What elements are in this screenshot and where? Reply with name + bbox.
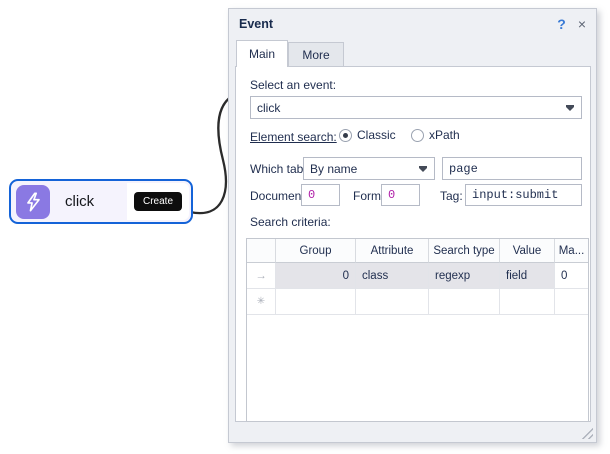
form-input[interactable]: 0 xyxy=(381,184,420,206)
col-selector xyxy=(247,239,276,263)
which-tab-name-value: page xyxy=(449,162,478,176)
dialog-titlebar[interactable]: Event ? × xyxy=(229,9,596,39)
event-node[interactable]: click Create xyxy=(9,179,193,224)
main-tab-panel: Select an event: click Element search: C… xyxy=(235,66,591,422)
table-new-row[interactable]: ✳ xyxy=(247,289,588,315)
col-ma[interactable]: Ma... xyxy=(555,239,588,263)
radio-xpath-circle[interactable] xyxy=(411,129,424,142)
dialog-title: Event xyxy=(239,17,273,31)
cell-search-type[interactable]: regexp xyxy=(429,263,500,289)
tab-main[interactable]: Main xyxy=(236,40,288,67)
create-button[interactable]: Create xyxy=(134,192,182,211)
search-criteria-table[interactable]: Group Attribute Search type Value Ma... … xyxy=(246,238,589,422)
cell-group[interactable] xyxy=(276,289,356,315)
form-label: Form: xyxy=(353,189,384,203)
node-label: click xyxy=(65,193,94,210)
radio-classic-label: Classic xyxy=(357,128,396,142)
cell-group[interactable]: 0 xyxy=(276,263,356,289)
cell-value[interactable]: field xyxy=(500,263,555,289)
resize-grip[interactable] xyxy=(580,426,593,439)
cell-ma[interactable]: 0 xyxy=(555,263,588,289)
search-criteria-label: Search criteria: xyxy=(250,215,331,229)
form-value: 0 xyxy=(388,188,395,202)
element-search-label[interactable]: Element search: xyxy=(250,130,337,144)
radio-xpath[interactable]: xPath xyxy=(411,128,460,142)
tab-strip: Main More xyxy=(229,39,596,66)
cell-ma[interactable] xyxy=(555,289,588,315)
tag-input[interactable]: input:submit xyxy=(465,184,582,206)
col-value[interactable]: Value xyxy=(500,239,555,263)
radio-xpath-label: xPath xyxy=(429,128,460,142)
cell-attribute[interactable]: class xyxy=(356,263,429,289)
document-label: Document: xyxy=(250,189,308,203)
which-tab-select-value: By name xyxy=(310,162,357,176)
lightning-icon xyxy=(16,185,50,219)
event-dialog: Event ? × Main More Select an event: cli… xyxy=(228,8,597,443)
event-select[interactable]: click xyxy=(250,96,582,119)
col-search-type[interactable]: Search type xyxy=(429,239,500,263)
table-header-row: Group Attribute Search type Value Ma... xyxy=(247,239,588,263)
tab-more[interactable]: More xyxy=(288,42,344,66)
tag-label: Tag: xyxy=(440,189,463,203)
table-row[interactable]: → 0 class regexp field 0 xyxy=(247,263,588,289)
chevron-down-icon xyxy=(419,168,427,172)
cell-value[interactable] xyxy=(500,289,555,315)
which-tab-name-input[interactable]: page xyxy=(442,157,582,180)
tag-value: input:submit xyxy=(472,188,558,202)
cell-search-type[interactable] xyxy=(429,289,500,315)
chevron-down-icon xyxy=(566,107,574,111)
workflow-canvas: click Create Event ? × Main More Select … xyxy=(0,0,610,454)
select-event-label: Select an event: xyxy=(250,78,336,92)
document-value: 0 xyxy=(308,188,315,202)
col-attribute[interactable]: Attribute xyxy=(356,239,429,263)
radio-classic-circle[interactable] xyxy=(339,129,352,142)
cell-attribute[interactable] xyxy=(356,289,429,315)
document-input[interactable]: 0 xyxy=(301,184,340,206)
which-tab-select[interactable]: By name xyxy=(303,157,435,180)
which-tab-label: Which tab: xyxy=(250,162,307,176)
current-row-arrow-icon: → xyxy=(247,263,276,289)
radio-classic[interactable]: Classic xyxy=(339,128,396,142)
close-icon[interactable]: × xyxy=(578,16,586,32)
col-group[interactable]: Group xyxy=(276,239,356,263)
node-action-area: Create xyxy=(127,183,189,220)
help-icon[interactable]: ? xyxy=(557,16,566,32)
new-row-icon: ✳ xyxy=(247,289,276,315)
event-select-value: click xyxy=(257,101,280,115)
